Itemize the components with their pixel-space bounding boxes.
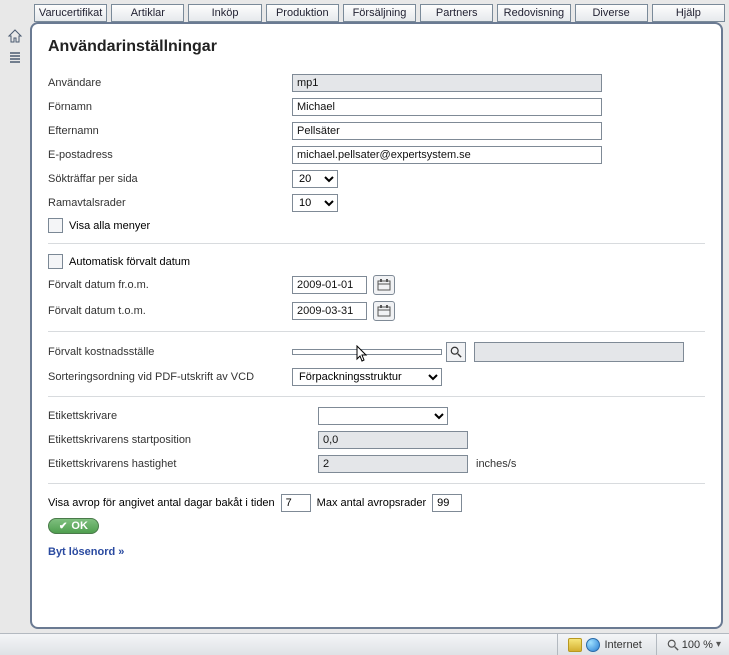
label-printer-speed: Etikettskrivarens hastighet [48,458,318,470]
label-firstname: Förnamn [48,101,292,113]
tab-varucertifikat[interactable]: Varucertifikat [34,4,107,22]
input-lastname[interactable]: Pellsäter [292,122,602,140]
label-sort-pdf: Sorteringsordning vid PDF-utskrift av VC… [48,371,292,383]
shield-icon [568,638,582,652]
select-hits[interactable]: 20 [292,170,338,188]
label-show-all-menus: Visa alla menyer [69,220,150,232]
calendar-icon [377,279,391,291]
divider [48,396,705,397]
calendar-from-button[interactable] [373,275,395,295]
label-date-from: Förvalt datum fr.o.m. [48,279,292,291]
label-date-to: Förvalt datum t.o.m. [48,305,292,317]
status-bar: Internet 100 % ▾ [0,633,729,655]
ok-button-label: OK [71,520,88,532]
calendar-icon [377,305,391,317]
magnifier-icon [667,639,679,651]
input-email[interactable]: michael.pellsater@expertsystem.se [292,146,602,164]
chevron-down-icon[interactable]: ▾ [716,639,721,650]
input-avrop-max[interactable]: 99 [432,494,462,512]
left-toolbar [0,22,30,632]
label-email: E-postadress [48,149,292,161]
lookup-cost-centre-button[interactable] [446,342,466,362]
tab-redovisning[interactable]: Redovisning [497,4,570,22]
label-hits: Sökträffar per sida [48,173,292,185]
globe-icon [586,638,600,652]
divider [48,483,705,484]
check-icon: ✔ [59,521,67,532]
label-speed-unit: inches/s [476,458,516,470]
select-sort-pdf[interactable]: Förpackningsstruktur [292,368,442,386]
checkbox-auto-default-date[interactable] [48,254,63,269]
value-printer-speed: 2 [318,455,468,473]
zoom-label: 100 % ▾ [667,639,721,651]
divider [48,331,705,332]
status-zone-label: Internet [604,639,641,651]
label-cost-centre: Förvalt kostnadsställe [48,346,292,358]
tab-hjalp[interactable]: Hjälp [652,4,725,22]
value-user: mp1 [292,74,602,92]
tab-inkop[interactable]: Inköp [188,4,261,22]
change-password-link[interactable]: Byt lösenord » [48,546,124,558]
display-cost-centre [474,342,684,362]
tab-produktion[interactable]: Produktion [266,4,339,22]
ok-button[interactable]: ✔ OK [48,518,99,534]
tab-partners[interactable]: Partners [420,4,493,22]
tab-artiklar[interactable]: Artiklar [111,4,184,22]
select-printer[interactable] [318,407,448,425]
label-auto-default-date: Automatisk förvalt datum [69,256,190,268]
input-avrop-days[interactable]: 7 [281,494,311,512]
label-lastname: Efternamn [48,125,292,137]
main-tabs: Varucertifikat Artiklar Inköp Produktion… [0,0,729,22]
label-user: Användare [48,77,292,89]
label-avrop-max: Max antal avropsrader [317,497,426,509]
tab-forsaljning[interactable]: Försäljning [343,4,416,22]
divider [48,243,705,244]
select-framerows[interactable]: 10 [292,194,338,212]
calendar-to-button[interactable] [373,301,395,321]
label-framerows: Ramavtalsrader [48,197,292,209]
settings-panel: Användarinställningar Användare mp1 Förn… [30,22,723,629]
input-date-to[interactable]: 2009-03-31 [292,302,367,320]
label-printer-start: Etikettskrivarens startposition [48,434,318,446]
tab-diverse[interactable]: Diverse [575,4,648,22]
value-printer-start: 0,0 [318,431,468,449]
page-title: Användarinställningar [48,38,705,56]
label-printer: Etikettskrivare [48,410,318,422]
magnifier-icon [450,346,462,358]
input-firstname[interactable]: Michael [292,98,602,116]
label-avrop-days: Visa avrop för angivet antal dagar bakåt… [48,497,275,509]
input-date-from[interactable]: 2009-01-01 [292,276,367,294]
input-cost-centre[interactable] [292,349,442,355]
list-icon[interactable] [7,50,23,66]
checkbox-show-all-menus[interactable] [48,218,63,233]
home-icon[interactable] [7,28,23,44]
